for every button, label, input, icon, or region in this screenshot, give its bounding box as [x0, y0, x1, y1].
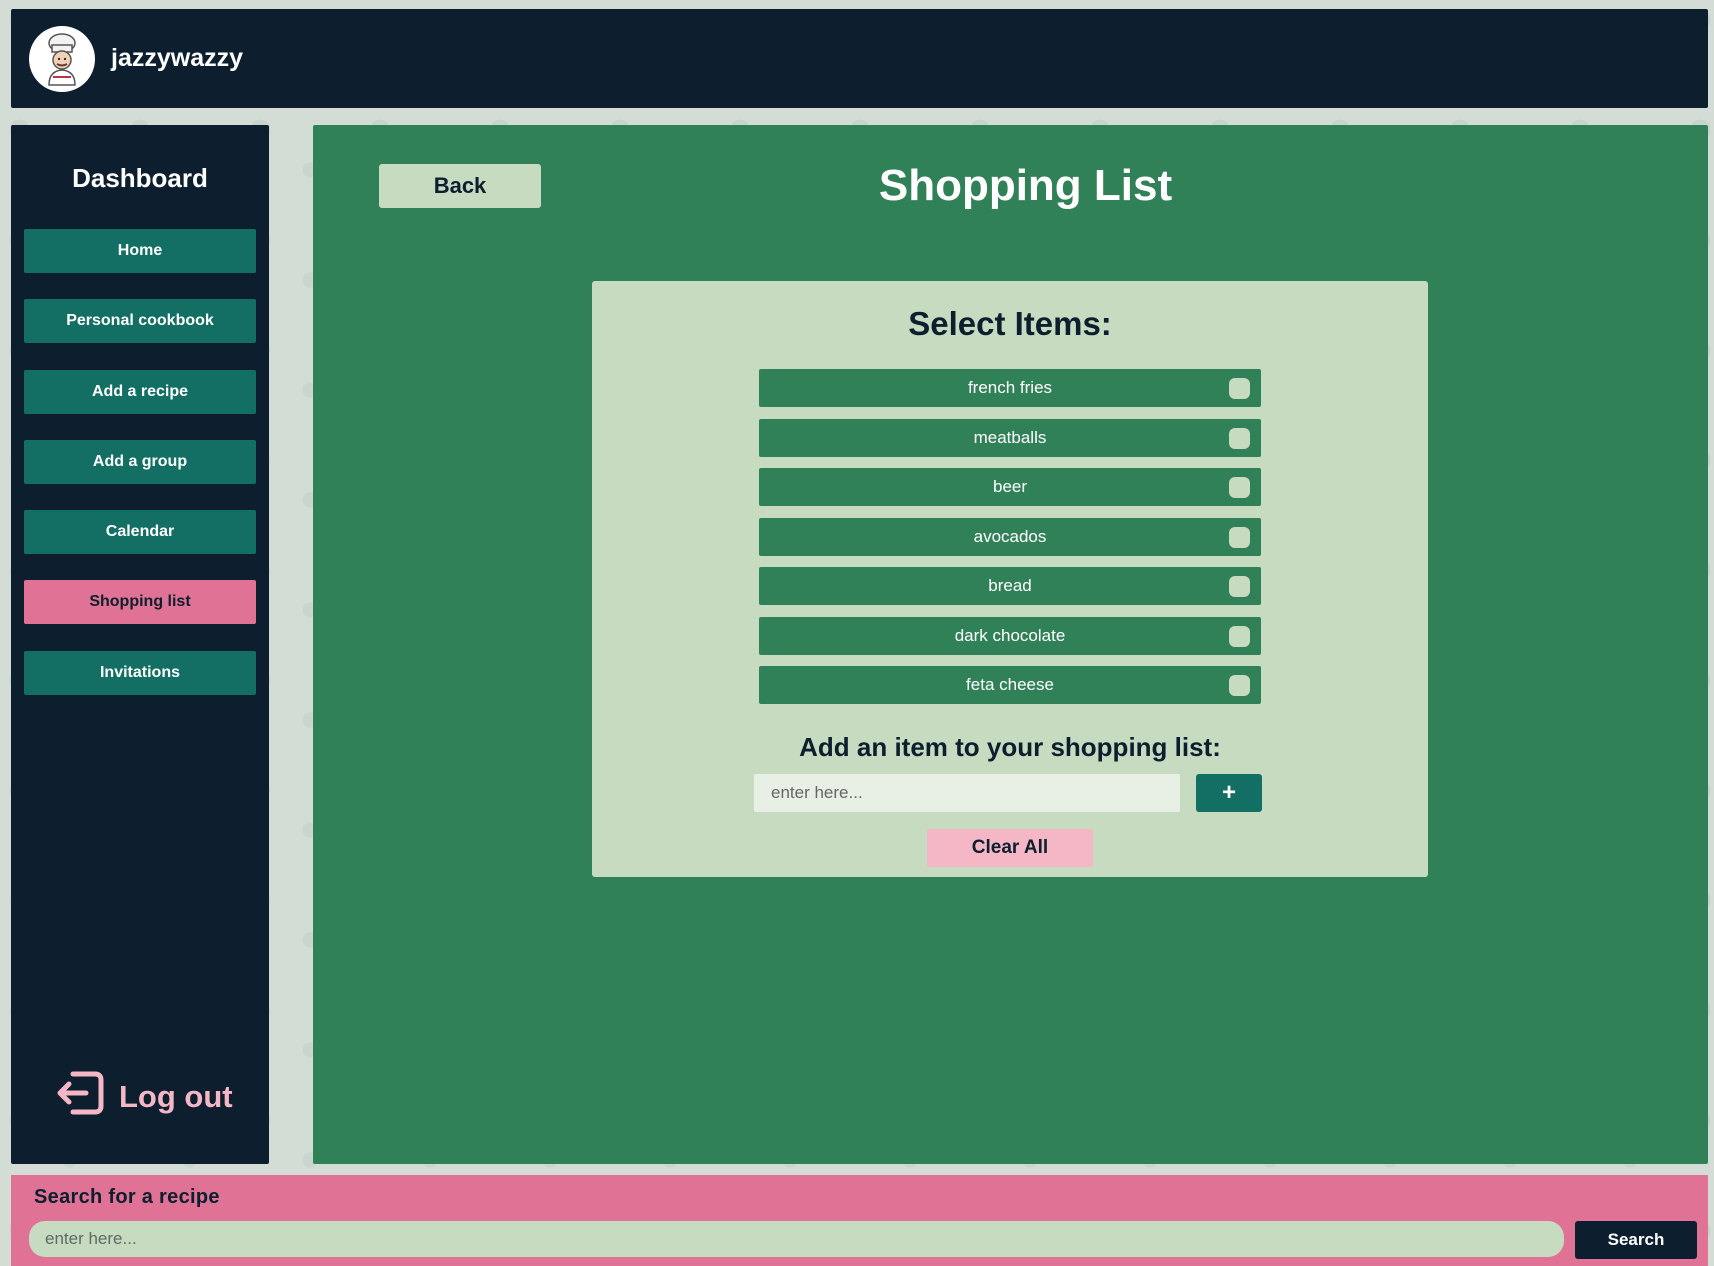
add-item-input[interactable]: [754, 774, 1180, 812]
item-checkbox[interactable]: [1229, 526, 1250, 548]
list-item: avocados: [759, 517, 1261, 556]
sidebar-item-add-group[interactable]: Add a group: [24, 440, 256, 484]
logout-button[interactable]: Log out: [55, 1068, 233, 1126]
sidebar-item-home[interactable]: Home: [24, 229, 256, 273]
recipe-search-bar: Search for a recipe Search: [11, 1175, 1708, 1266]
add-item-button[interactable]: +: [1196, 774, 1262, 812]
item-checkbox[interactable]: [1229, 378, 1250, 399]
search-button[interactable]: Search: [1575, 1221, 1697, 1259]
add-item-heading: Add an item to your shopping list:: [799, 732, 1221, 762]
username: jazzywazzy: [111, 44, 244, 72]
shopping-items-list: french fries meatballs beer avocados bre…: [759, 369, 1261, 716]
item-checkbox[interactable]: [1229, 477, 1250, 498]
item-label: avocados: [973, 526, 1047, 546]
item-label: meatballs: [973, 427, 1047, 447]
list-item: french fries: [759, 369, 1261, 407]
sidebar-item-invitations[interactable]: Invitations: [24, 651, 256, 695]
sidebar-item-add-recipe[interactable]: Add a recipe: [24, 370, 256, 414]
top-bar: jazzywazzy: [11, 9, 1708, 108]
list-item: beer: [759, 468, 1261, 506]
logout-icon: [55, 1068, 107, 1126]
select-items-heading: Select Items:: [908, 305, 1112, 342]
item-label: french fries: [967, 378, 1053, 397]
item-checkbox[interactable]: [1229, 576, 1250, 597]
sidebar-item-shopping-list[interactable]: Shopping list: [24, 580, 256, 624]
shopping-list-card: Select Items: french fries meatballs bee…: [592, 281, 1428, 877]
item-label: feta cheese: [966, 675, 1054, 694]
sidebar-item-calendar[interactable]: Calendar: [24, 510, 256, 554]
item-label: bread: [988, 576, 1032, 595]
list-item: meatballs: [759, 418, 1261, 457]
sidebar-item-personal-cookbook[interactable]: Personal cookbook: [24, 299, 256, 343]
main-panel: Back Shopping List Select Items: french …: [313, 125, 1708, 1164]
item-checkbox[interactable]: [1229, 427, 1250, 449]
logout-label: Log out: [119, 1079, 233, 1114]
search-input[interactable]: [29, 1221, 1564, 1257]
page-title: Shopping List: [878, 161, 1173, 210]
item-label: dark chocolate: [954, 625, 1066, 645]
list-item: bread: [759, 567, 1261, 605]
item-checkbox[interactable]: [1229, 675, 1250, 696]
sidebar: Dashboard Home Personal cookbook Add a r…: [11, 125, 269, 1164]
item-checkbox[interactable]: [1229, 625, 1250, 647]
clear-all-button[interactable]: Clear All: [927, 829, 1093, 867]
item-label: beer: [992, 477, 1028, 496]
search-label: Search for a recipe: [34, 1186, 220, 1208]
chef-avatar-icon[interactable]: [29, 25, 95, 92]
list-item: dark chocolate: [759, 616, 1261, 655]
list-item: feta cheese: [759, 666, 1261, 704]
sidebar-title: Dashboard: [72, 163, 208, 193]
